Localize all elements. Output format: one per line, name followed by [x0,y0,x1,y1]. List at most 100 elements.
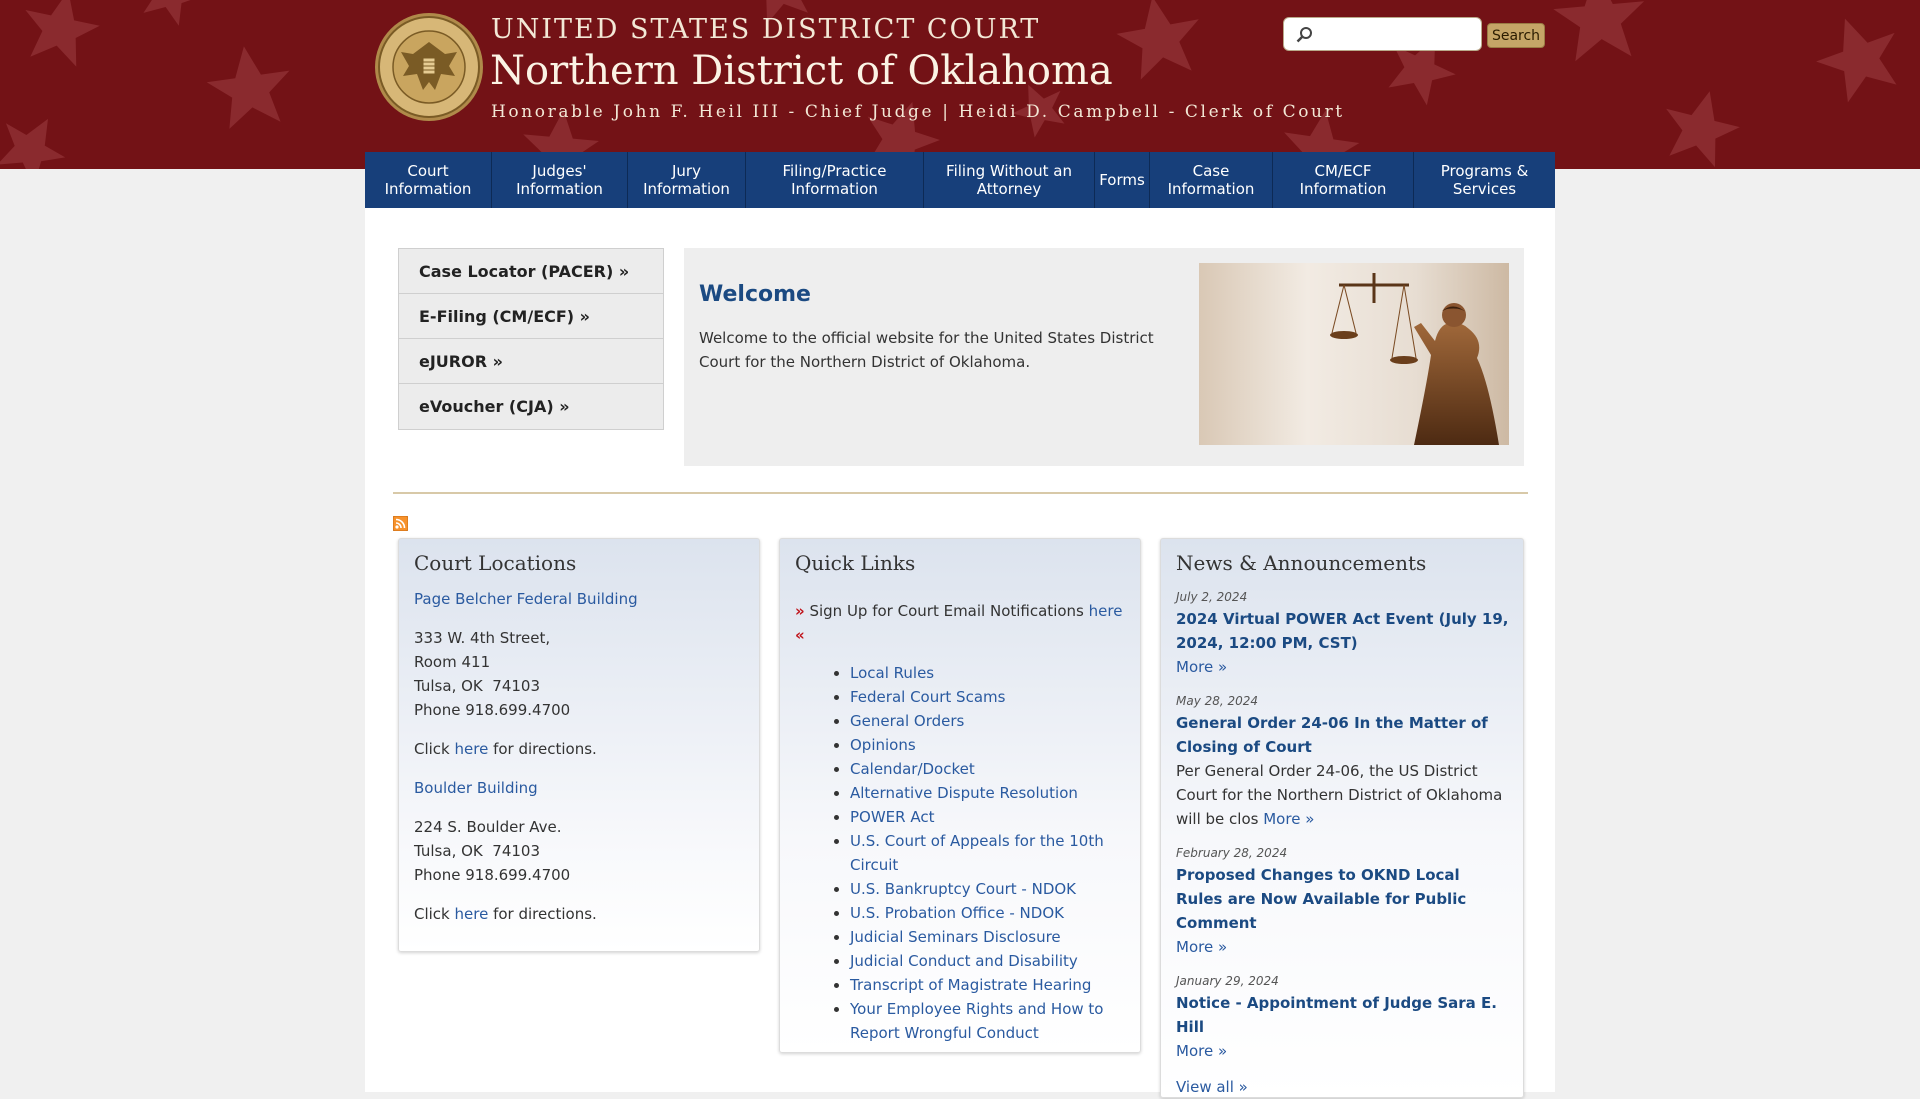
news-date: February 28, 2024 [1176,846,1288,860]
directions-text: Click [414,905,455,923]
rss-feed-icon[interactable] [393,516,408,531]
employee-rights-link[interactable]: Your Employee Rights and How to Report W… [850,1000,1103,1042]
view-all-news-link[interactable]: View all » [1176,1078,1248,1096]
nav-filing-without-attorney[interactable]: Filing Without an Attorney [924,152,1095,208]
federal-court-scams-link[interactable]: Federal Court Scams [850,688,1005,706]
nav-filing-practice-information[interactable]: Filing/Practice Information [746,152,924,208]
search-box[interactable] [1283,17,1482,51]
evoucher-cja-button[interactable]: eVoucher (CJA) » [399,384,663,429]
address-line: 333 W. 4th Street, [414,629,551,647]
e-filing-cmecf-button[interactable]: E-Filing (CM/ECF) » [399,294,663,339]
court-locations-panel: Court Locations Page Belcher Federal Bui… [398,538,760,952]
address-line: Tulsa, OK 74103 [414,677,540,695]
news-title-link[interactable]: General Order 24-06 In the Matter of Clo… [1176,714,1488,756]
list-item: Judicial Conduct and Disability [850,949,1150,973]
list-item: POWER Act [850,805,1150,829]
email-signup-line: » Sign Up for Court Email Notifications … [795,599,1125,647]
list-item: General Orders [850,709,1150,733]
quick-links-panel: Quick Links » Sign Up for Court Email No… [779,538,1141,1053]
boulder-address: 224 S. Boulder Ave. Tulsa, OK 74103 Phon… [414,815,744,887]
opinions-link[interactable]: Opinions [850,736,916,754]
court-name-heading: UNITED STATES DISTRICT COURT [491,14,1041,45]
list-item: Local Rules [850,661,1150,685]
judicial-conduct-link[interactable]: Judicial Conduct and Disability [850,952,1078,970]
quick-links-list: Local Rules Federal Court Scams General … [795,661,1150,1045]
news-item: January 29, 2024 Notice - Appointment of… [1176,971,1511,1063]
signup-text: Sign Up for Court Email Notifications [804,602,1089,620]
ejuror-button[interactable]: eJUROR » [399,339,663,384]
directions-text: Click [414,740,455,758]
nav-case-information[interactable]: Case Information [1150,152,1273,208]
nav-label: CM/ECF Information [1299,162,1387,198]
section-divider [393,492,1528,494]
news-date: January 29, 2024 [1176,974,1279,988]
news-more-link[interactable]: More » [1176,1042,1227,1060]
nav-cmecf-information[interactable]: CM/ECF Information [1273,152,1414,208]
page-belcher-address: 333 W. 4th Street, Room 411 Tulsa, OK 74… [414,626,744,722]
news-title-link[interactable]: Notice - Appointment of Judge Sara E. Hi… [1176,994,1497,1036]
address-line: Room 411 [414,653,491,671]
adr-link[interactable]: Alternative Dispute Resolution [850,784,1078,802]
page-belcher-building-link[interactable]: Page Belcher Federal Building [414,590,638,608]
nav-forms[interactable]: Forms [1095,152,1150,208]
general-orders-link[interactable]: General Orders [850,712,964,730]
news-date: May 28, 2024 [1176,694,1259,708]
judicial-seminars-link[interactable]: Judicial Seminars Disclosure [850,928,1061,946]
page-belcher-directions-link[interactable]: here [455,740,489,758]
court-seal-logo[interactable] [373,12,485,122]
welcome-title: Welcome [699,282,811,307]
list-item: Opinions [850,733,1150,757]
list-item: Transcript of Magistrate Hearing [850,973,1150,997]
news-more-link[interactable]: More » [1176,938,1227,956]
search-input[interactable] [1320,22,1479,48]
list-item: Judicial Seminars Disclosure [850,925,1150,949]
tenth-circuit-link[interactable]: U.S. Court of Appeals for the 10th Circu… [850,832,1104,874]
news-item: July 2, 2024 2024 Virtual POWER Act Even… [1176,587,1511,679]
probation-office-link[interactable]: U.S. Probation Office - NDOK [850,904,1064,922]
email-signup-link[interactable]: here [1089,602,1123,620]
officials-subtitle: Honorable John F. Heil III - Chief Judge… [491,102,1345,122]
news-more-link[interactable]: More » [1176,658,1227,676]
news-title-link[interactable]: Proposed Changes to OKND Local Rules are… [1176,866,1466,932]
list-item: U.S. Court of Appeals for the 10th Circu… [850,829,1150,877]
news-item: May 28, 2024 General Order 24-06 In the … [1176,691,1511,831]
news-date: July 2, 2024 [1176,590,1248,604]
case-locator-pacer-button[interactable]: Case Locator (PACER) » [399,249,663,294]
welcome-text: Welcome to the official website for the … [699,329,1154,371]
search-button[interactable]: Search [1487,23,1545,48]
news-announcements-panel: News & Announcements July 2, 2024 2024 V… [1160,538,1524,1098]
bankruptcy-court-link[interactable]: U.S. Bankruptcy Court - NDOK [850,880,1076,898]
phone-line: Phone 918.699.4700 [414,866,571,884]
nav-label: Programs & Services [1440,162,1529,198]
directions-text: for directions. [488,740,597,758]
calendar-docket-link[interactable]: Calendar/Docket [850,760,975,778]
nav-programs-services[interactable]: Programs & Services [1414,152,1555,208]
local-rules-link[interactable]: Local Rules [850,664,934,682]
news-more-link[interactable]: More » [1263,810,1314,828]
transcript-link[interactable]: Transcript of Magistrate Hearing [850,976,1091,994]
nav-jury-information[interactable]: Jury Information [628,152,746,208]
district-name-heading[interactable]: Northern District of Oklahoma [490,48,1113,94]
nav-label: Jury Information [643,162,730,198]
news-title-link[interactable]: 2024 Virtual POWER Act Event (July 19, 2… [1176,610,1509,652]
boulder-directions: Click here for directions. [414,902,744,926]
list-item: Alternative Dispute Resolution [850,781,1150,805]
nav-judges-information[interactable]: Judges' Information [492,152,628,208]
boulder-building-link[interactable]: Boulder Building [414,779,538,797]
lady-justice-image [1199,263,1509,445]
power-act-link[interactable]: POWER Act [850,808,934,826]
site-banner: UNITED STATES DISTRICT COURT Northern Di… [0,0,1920,169]
boulder-directions-link[interactable]: here [455,905,489,923]
nav-label: Case Information [1167,162,1255,198]
guillemet-open: » [795,602,805,620]
address-line: 224 S. Boulder Ave. [414,818,562,836]
search-icon [1296,27,1312,43]
nav-court-information[interactable]: Court Information [365,152,492,208]
directions-text: for directions. [488,905,597,923]
list-item: Your Employee Rights and How to Report W… [850,997,1150,1045]
list-item: U.S. Bankruptcy Court - NDOK [850,877,1150,901]
news-item: February 28, 2024 Proposed Changes to OK… [1176,843,1511,959]
court-locations-title: Court Locations [414,551,577,575]
news-title: News & Announcements [1176,551,1427,575]
nav-label: Filing/Practice Information [782,162,887,198]
